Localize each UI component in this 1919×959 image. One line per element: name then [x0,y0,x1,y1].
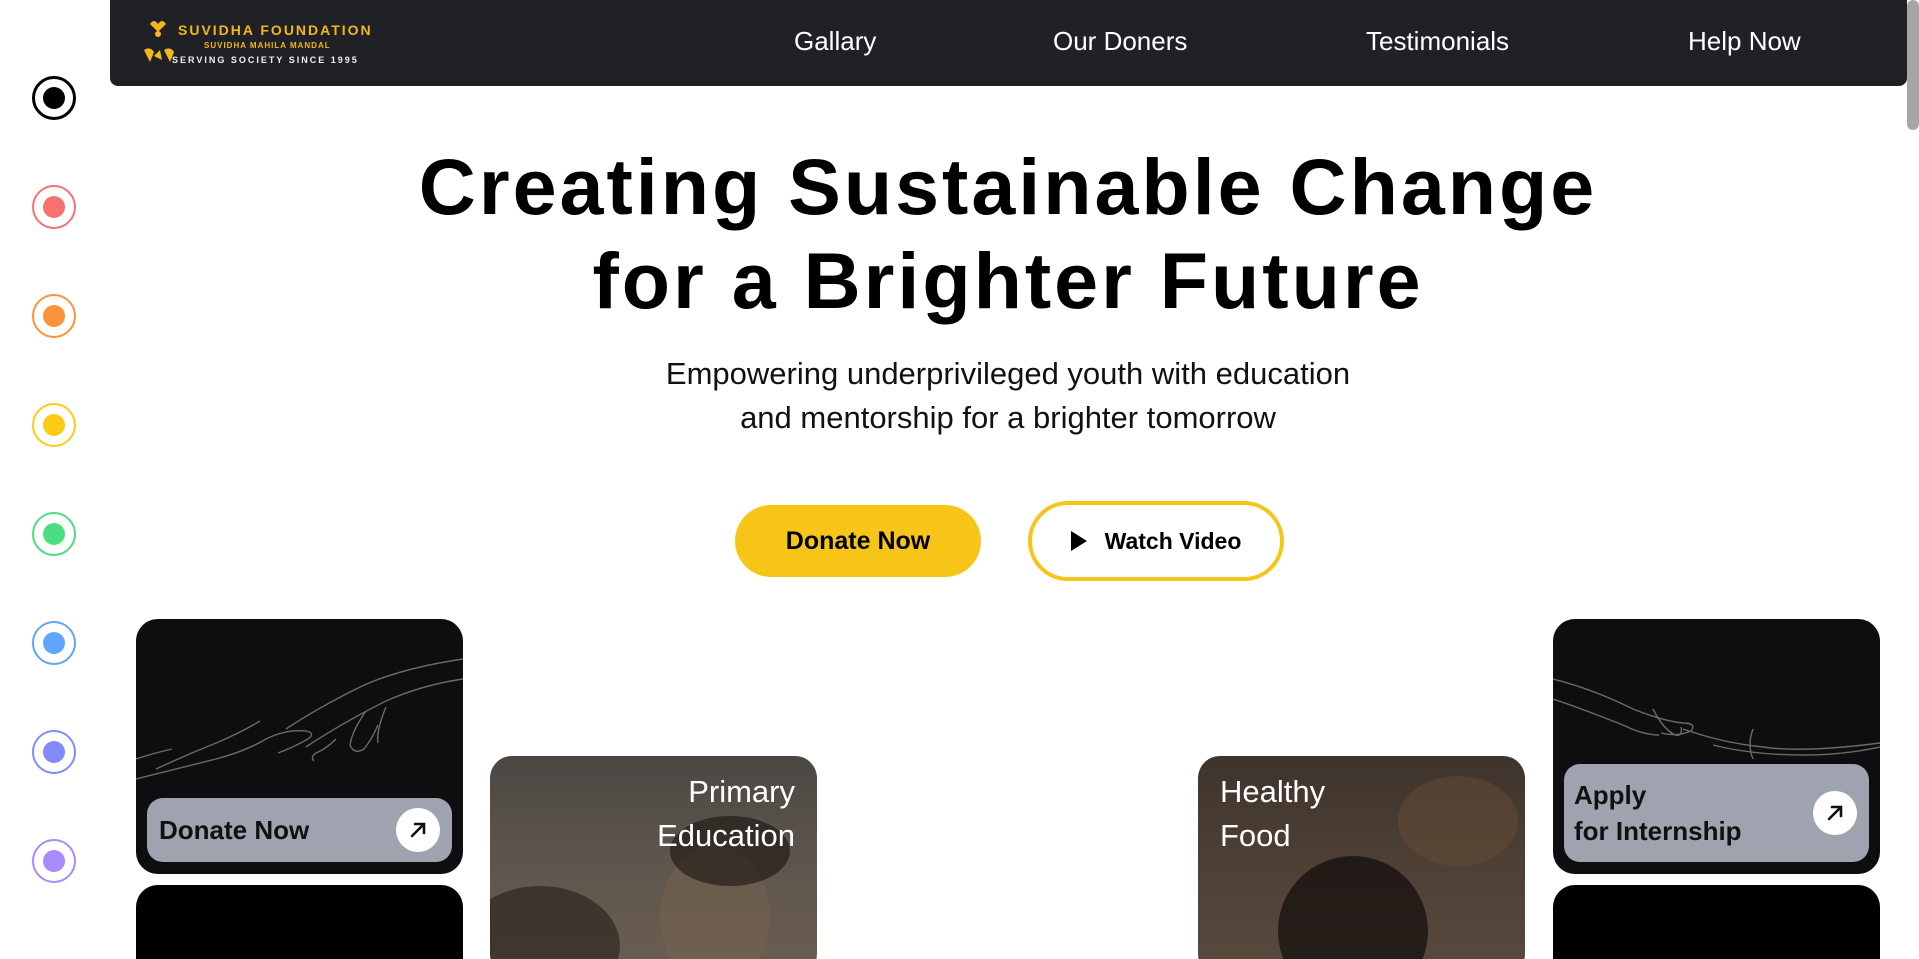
donate-card: Donate Now [136,619,463,874]
hero-title-line1: Creating Sustainable Change [418,142,1598,231]
healthy-label-line1: Healthy [1220,774,1326,809]
watch-video-label: Watch Video [1104,527,1242,554]
play-icon [1070,531,1087,551]
healthy-food-label: Healthy Food [1220,770,1325,858]
arrow-up-right-icon [396,808,440,852]
hero-subtitle-line2: and mentorship for a brighter tomorrow [740,400,1276,435]
internship-label-line1: Apply [1574,780,1647,810]
logo-tagline: SERVING SOCIETY SINCE 1995 [172,55,359,65]
nav-help-now[interactable]: Help Now [1688,26,1801,57]
donate-card-cta[interactable]: Donate Now [147,798,452,862]
hero-title: Creating Sustainable Change for a Bright… [0,140,1919,328]
primary-education-label: Primary Education [657,770,795,858]
photo-shadow [490,886,620,959]
internship-card: Apply for Internship [1553,619,1880,874]
internship-label-line2: for Internship [1574,816,1742,846]
theme-dot-violet[interactable] [32,839,76,883]
primary-education-card[interactable]: Primary Education [490,756,817,959]
theme-dot-green[interactable] [32,512,76,556]
nav-testimonials[interactable]: Testimonials [1366,26,1509,57]
logo-subtitle: SUVIDHA MAHILA MANDAL [204,41,331,50]
hero-subtitle-line1: Empowering underprivileged youth with ed… [665,356,1351,391]
photo-figure [1278,856,1428,959]
donate-now-button[interactable]: Donate Now [735,505,981,577]
donate-card-label: Donate Now [159,815,310,845]
healthy-label-line2: Food [1220,818,1291,853]
healthy-food-card[interactable]: Healthy Food [1198,756,1525,959]
internship-card-label: Apply for Internship [1574,777,1742,849]
navbar: SUVIDHA FOUNDATION SUVIDHA MAHILA MANDAL… [110,0,1907,86]
hero-title-line2: for a Brighter Future [592,236,1424,325]
theme-dot-indigo[interactable] [32,730,76,774]
suvidha-logo[interactable]: SUVIDHA FOUNDATION SUVIDHA MAHILA MANDAL… [140,14,380,70]
primary-label-line2: Education [657,818,795,853]
page-scrollbar[interactable] [1907,0,1919,130]
theme-dot-blue[interactable] [32,621,76,665]
logo-title: SUVIDHA FOUNDATION [178,22,373,38]
primary-label-line1: Primary [688,774,795,809]
lower-right-card [1553,885,1880,959]
lower-left-card [136,885,463,959]
theme-dot-black[interactable] [32,76,76,120]
hero-subtitle: Empowering underprivileged youth with ed… [0,352,1919,440]
watch-video-button[interactable]: Watch Video [1028,501,1284,581]
nav-gallery[interactable]: Gallary [794,26,876,57]
hands-illustration-icon [136,658,463,780]
nav-our-donors[interactable]: Our Doners [1053,26,1187,57]
photo-background [1398,776,1518,866]
arrow-up-right-icon [1813,791,1857,835]
internship-card-cta[interactable]: Apply for Internship [1564,764,1869,862]
